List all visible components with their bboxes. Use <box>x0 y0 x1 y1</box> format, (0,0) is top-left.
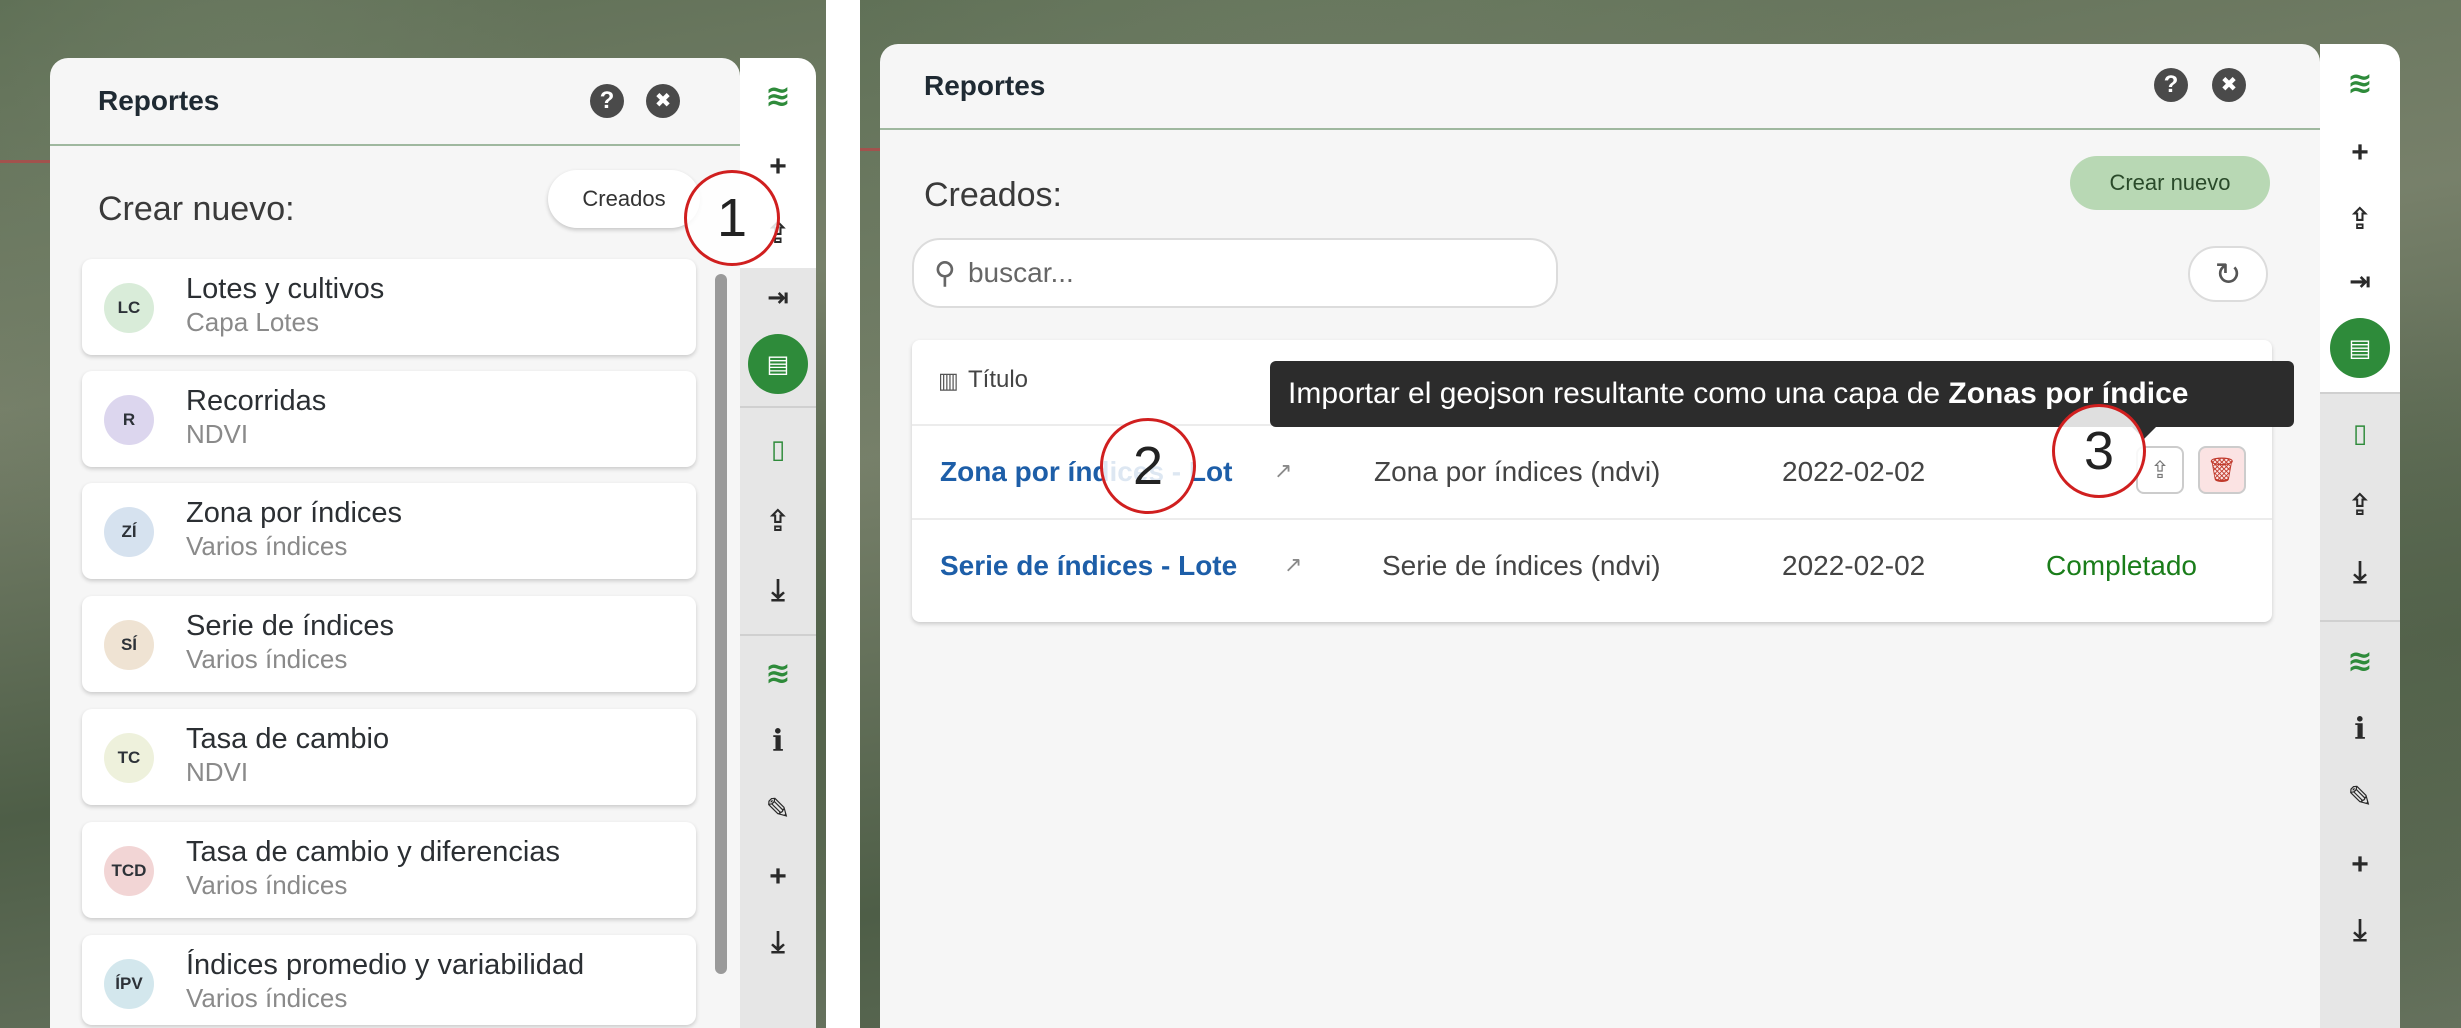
panel-title: Reportes <box>924 70 1046 101</box>
help-icon[interactable]: ? <box>590 84 624 118</box>
panel-title: Reportes <box>98 85 220 116</box>
report-date: 2022-02-02 <box>1782 550 1926 581</box>
toolbar-divider <box>740 634 816 636</box>
created-toggle-button[interactable]: Creados <box>548 170 700 228</box>
card-title: Serie de índices <box>186 610 394 642</box>
external-link-icon[interactable]: ↗ <box>1274 458 1292 484</box>
reports-panel-right: Reportes ? ✖ Creados: Crear nuevo ⚲ ↻ ▥ … <box>880 44 2320 1028</box>
section-label-create: Crear nuevo: <box>98 190 295 228</box>
section-label-created: Creados: <box>924 176 1062 214</box>
side-toolbar-right: ≋ + ⇪ ⇥ ▤ ▯ ⇪ ⤓ ≋ i ✎ + ⤓ <box>2320 44 2400 1028</box>
external-link-icon[interactable]: ↗ <box>1284 552 1302 578</box>
toolbar-divider <box>2320 392 2400 394</box>
report-card-tasa-diferencias[interactable]: TCD Tasa de cambio y diferencias Varios … <box>82 822 696 918</box>
status-badge: Completado <box>2046 550 2197 581</box>
info-icon[interactable]: i <box>2337 706 2383 752</box>
download-icon[interactable]: ⤓ <box>2337 908 2383 954</box>
create-new-button[interactable]: Crear nuevo <box>2070 156 2270 210</box>
step-callout-3: 3 <box>2052 404 2146 498</box>
panel-header: Reportes ? ✖ <box>50 58 740 146</box>
avatar: R <box>104 395 154 445</box>
layers-icon[interactable]: ≋ <box>2337 60 2383 106</box>
report-card-zona-indices[interactable]: ZÍ Zona por índices Varios índices <box>82 483 696 579</box>
mobile-icon[interactable]: ▯ <box>2337 410 2383 456</box>
pencil-icon[interactable]: ✎ <box>2337 774 2383 820</box>
close-icon[interactable]: ✖ <box>646 84 680 118</box>
toolbar-divider <box>740 406 816 408</box>
card-subtitle: NDVI <box>186 757 249 787</box>
card-title: Tasa de cambio <box>186 723 390 755</box>
step-callout-2: 2 <box>1100 418 1196 514</box>
tooltip-bold-text: Zonas por índice <box>1948 377 2189 410</box>
card-title: Lotes y cultivos <box>186 273 385 305</box>
panel-header: Reportes ? ✖ <box>880 44 2320 130</box>
report-type: Serie de índices (ndvi) <box>1382 550 1661 581</box>
layers-icon[interactable]: ≋ <box>755 650 801 696</box>
import-icon[interactable]: ⇥ <box>755 274 801 320</box>
card-subtitle: Varios índices <box>186 983 348 1013</box>
report-icon[interactable]: ▤ <box>748 334 808 394</box>
delete-button[interactable]: 🗑 <box>2198 446 2246 494</box>
upload-icon[interactable]: ⇪ <box>2337 482 2383 528</box>
plus-icon[interactable]: + <box>2337 842 2383 888</box>
report-card-recorridas[interactable]: R Recorridas NDVI <box>82 371 696 467</box>
report-card-promedio-variabilidad[interactable]: ÍPV Índices promedio y variabilidad Vari… <box>82 935 696 1025</box>
layers-icon[interactable]: ≋ <box>755 73 801 119</box>
card-title: Índices promedio y variabilidad <box>186 949 585 981</box>
card-title: Zona por índices <box>186 497 403 529</box>
report-date: 2022-02-02 <box>1782 456 1926 487</box>
step-callout-1: 1 <box>684 170 780 266</box>
card-subtitle: Varios índices <box>186 531 348 561</box>
toolbar-divider <box>2320 620 2400 622</box>
scrollbar[interactable] <box>715 274 727 974</box>
upload-icon[interactable]: ⇪ <box>2337 196 2383 242</box>
avatar: TCD <box>104 846 154 896</box>
table-header-title: Título <box>968 366 1029 393</box>
card-subtitle: Varios índices <box>186 870 348 900</box>
refresh-button[interactable]: ↻ <box>2188 246 2268 302</box>
table-row: Serie de índices - Lote ↗ Serie de índic… <box>912 520 2272 612</box>
download-icon[interactable]: ⤓ <box>755 920 801 966</box>
card-title: Recorridas <box>186 385 327 417</box>
search-icon: ⚲ <box>934 256 956 290</box>
card-subtitle: Varios índices <box>186 644 348 674</box>
card-title: Tasa de cambio y diferencias <box>186 836 560 868</box>
report-card-tasa-cambio[interactable]: TC Tasa de cambio NDVI <box>82 709 696 805</box>
avatar: ÍPV <box>104 959 154 1009</box>
avatar: ZÍ <box>104 507 154 557</box>
card-subtitle: NDVI <box>186 419 249 449</box>
avatar: LC <box>104 283 154 333</box>
upload-icon[interactable]: ⇪ <box>755 498 801 544</box>
chart-icon: ▥ <box>938 368 959 393</box>
download-icon[interactable]: ⤓ <box>2337 550 2383 596</box>
import-icon[interactable]: ⇥ <box>2337 258 2383 304</box>
plus-icon[interactable]: + <box>2337 130 2383 176</box>
report-card-serie-indices[interactable]: SÍ Serie de índices Varios índices <box>82 596 696 692</box>
search-input[interactable] <box>967 257 1556 289</box>
card-subtitle: Capa Lotes <box>186 307 319 337</box>
pencil-icon[interactable]: ✎ <box>755 786 801 832</box>
avatar: SÍ <box>104 620 154 670</box>
avatar: TC <box>104 733 154 783</box>
report-card-lotes[interactable]: LC Lotes y cultivos Capa Lotes <box>82 259 696 355</box>
download-icon[interactable]: ⤓ <box>755 568 801 614</box>
import-tooltip: Importar el geojson resultante como una … <box>1270 361 2294 427</box>
help-icon[interactable]: ? <box>2154 68 2188 102</box>
layers-icon[interactable]: ≋ <box>2337 638 2383 684</box>
plus-icon[interactable]: + <box>755 854 801 900</box>
report-icon[interactable]: ▤ <box>2330 318 2390 378</box>
mobile-icon[interactable]: ▯ <box>755 426 801 472</box>
report-type: Zona por índices (ndvi) <box>1374 456 1661 487</box>
tooltip-text: Importar el geojson resultante como una … <box>1288 377 1949 410</box>
report-title-link[interactable]: Serie de índices - Lote <box>940 550 1237 582</box>
info-icon[interactable]: i <box>755 718 801 764</box>
close-icon[interactable]: ✖ <box>2212 68 2246 102</box>
search-box[interactable]: ⚲ <box>912 238 1558 308</box>
